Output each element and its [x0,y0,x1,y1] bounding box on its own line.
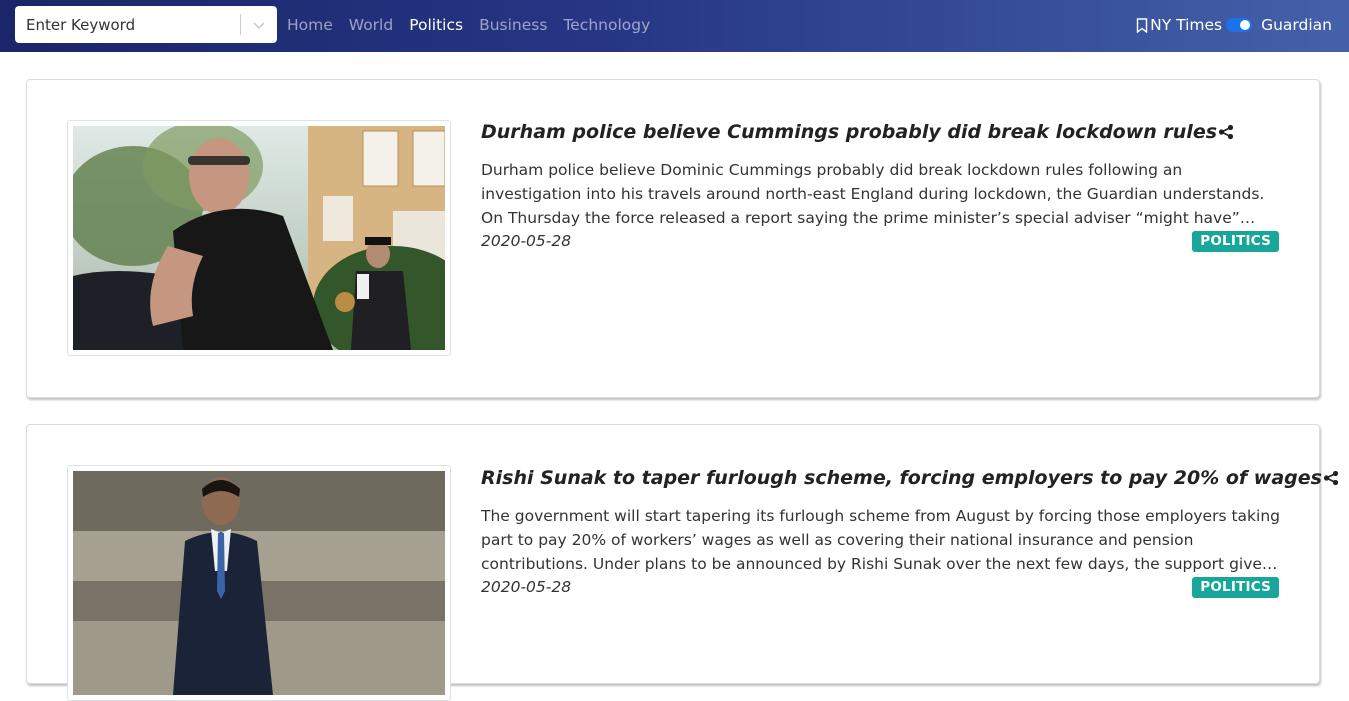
article-image [73,126,445,350]
section-badge: POLITICS [1192,231,1279,252]
article-date: 2020-05-28 [481,578,572,596]
keyword-search[interactable] [15,6,277,43]
nav-link-technology[interactable]: Technology [563,14,650,36]
nav-link-business[interactable]: Business [479,14,547,36]
article-description: Durham police believe Dominic Cummings p… [481,161,1265,227]
chevron-down-icon[interactable] [249,15,269,35]
search-input[interactable] [15,6,241,43]
article-date: 2020-05-28 [481,232,572,250]
source-label-guardian: Guardian [1261,16,1332,34]
nav-link-home[interactable]: Home [287,14,333,36]
toggle-knob [1240,20,1251,30]
nav-links: Home World Politics Business Technology [287,14,666,36]
article-title-text[interactable]: Rishi Sunak to taper furlough scheme, fo… [481,467,1322,489]
source-label-nytimes: NY Times [1150,16,1223,34]
article-description: The government will start tapering its f… [481,507,1280,573]
share-icon[interactable] [1323,470,1339,486]
article-title[interactable]: Rishi Sunak to taper furlough scheme, fo… [481,467,1339,489]
article-thumbnail [67,120,451,356]
article-thumbnail [67,465,451,701]
search-separator [240,14,241,35]
nav-link-world[interactable]: World [349,14,393,36]
share-icon[interactable] [1218,124,1234,140]
article-title-text[interactable]: Durham police believe Cummings probably … [481,121,1217,143]
article-title[interactable]: Durham police believe Cummings probably … [481,121,1234,143]
source-toggle-switch[interactable] [1226,18,1253,32]
bookmark-icon[interactable] [1136,17,1148,33]
nav-link-politics[interactable]: Politics [409,14,463,36]
source-switch: NY Times Guardian [1136,14,1332,36]
section-badge: POLITICS [1192,577,1279,598]
article-image [73,471,445,695]
article-card[interactable]: Durham police believe Cummings probably … [26,79,1320,398]
top-navbar: Home World Politics Business Technology … [0,0,1349,52]
article-card[interactable]: Rishi Sunak to taper furlough scheme, fo… [26,424,1339,701]
